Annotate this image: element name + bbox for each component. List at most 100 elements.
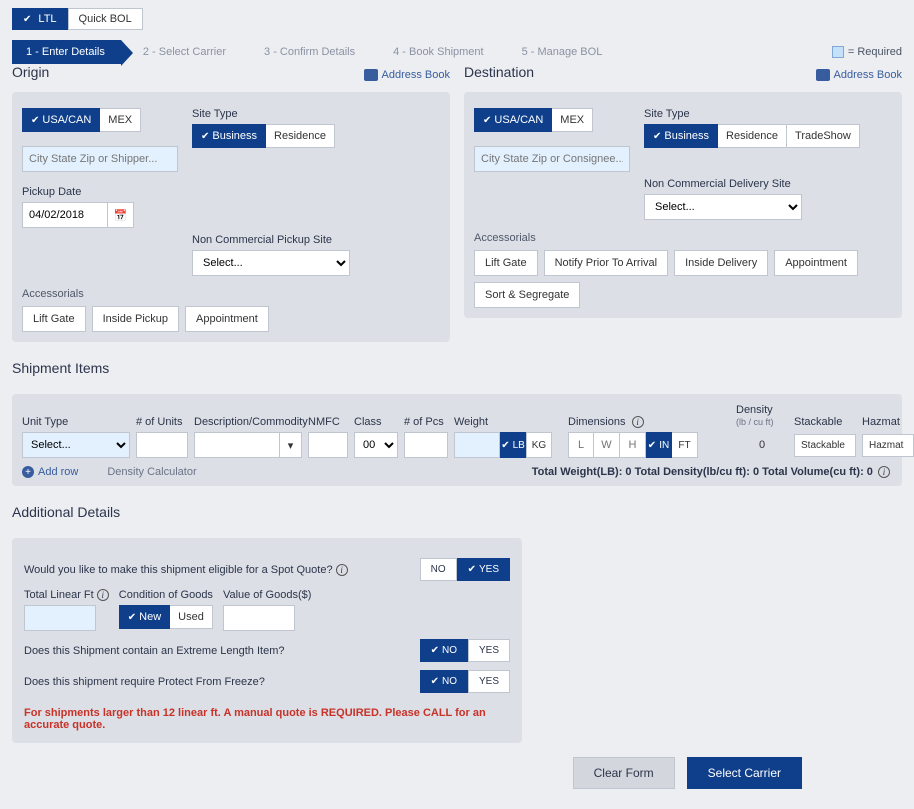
- origin-acc-inside-pickup[interactable]: Inside Pickup: [92, 306, 179, 332]
- info-icon[interactable]: i: [632, 416, 644, 428]
- origin-address-book-link[interactable]: Address Book: [364, 69, 450, 81]
- freeze-protect-yes[interactable]: YES: [468, 670, 510, 693]
- condition-used[interactable]: Used: [170, 605, 213, 629]
- origin-site-residence[interactable]: Residence: [266, 124, 335, 148]
- freeze-protect-question: Does this shipment require Protect From …: [24, 676, 265, 688]
- dest-country-usa[interactable]: USA/CAN: [474, 108, 552, 132]
- wizard-step-5[interactable]: 5 - Manage BOL: [500, 40, 619, 64]
- col-num-units: # of Units: [136, 416, 188, 428]
- calendar-icon[interactable]: 📅: [108, 202, 134, 228]
- spot-quote-yes[interactable]: YES: [457, 558, 510, 581]
- condition-label: Condition of Goods: [119, 589, 213, 601]
- col-dimensions: Dimensions i: [568, 416, 730, 428]
- extreme-length-no[interactable]: NO: [420, 639, 468, 662]
- dim-h-input[interactable]: [620, 432, 646, 458]
- info-icon[interactable]: i: [878, 466, 890, 478]
- dest-noncom-label: Non Commercial Delivery Site: [644, 178, 802, 190]
- wizard-step-4[interactable]: 4 - Book Shipment: [371, 40, 500, 64]
- origin-country-usa[interactable]: USA/CAN: [22, 108, 100, 132]
- pickup-date-input[interactable]: [22, 202, 108, 228]
- col-description: Description/Commodity: [194, 416, 302, 428]
- extreme-length-yes[interactable]: YES: [468, 639, 510, 662]
- dest-site-type-toggle: Business Residence TradeShow: [644, 124, 860, 148]
- dest-acc-inside-delivery[interactable]: Inside Delivery: [674, 250, 768, 276]
- nmfc-input[interactable]: [308, 432, 348, 458]
- dim-w-input[interactable]: [594, 432, 620, 458]
- linear-ft-input[interactable]: [24, 605, 96, 631]
- linear-ft-label: Total Linear Ft i: [24, 589, 109, 601]
- address-book-icon: [816, 69, 830, 81]
- weight-unit-kg[interactable]: KG: [526, 432, 552, 458]
- origin-title: Origin: [12, 64, 49, 80]
- col-pcs: # of Pcs: [404, 416, 448, 428]
- condition-new[interactable]: New: [119, 605, 170, 629]
- add-row-button[interactable]: +Add row: [22, 466, 78, 478]
- stackable-toggle[interactable]: Stackable: [794, 434, 856, 457]
- linear-ft-warning: For shipments larger than 12 linear ft. …: [24, 707, 510, 731]
- spot-quote-question: Would you like to make this shipment eli…: [24, 564, 348, 576]
- wizard-step-3[interactable]: 3 - Confirm Details: [242, 40, 371, 64]
- origin-panel: USA/CAN MEX Site Type Business Residence: [12, 92, 450, 342]
- extreme-length-question: Does this Shipment contain an Extreme Le…: [24, 645, 284, 657]
- col-weight: Weight: [454, 416, 562, 428]
- wizard-step-2[interactable]: 2 - Select Carrier: [121, 40, 242, 64]
- origin-noncom-select[interactable]: Select...: [192, 250, 350, 276]
- dim-l-input[interactable]: [568, 432, 594, 458]
- plus-icon: +: [22, 466, 34, 478]
- dest-site-residence[interactable]: Residence: [718, 124, 787, 148]
- wizard-step-1[interactable]: 1 - Enter Details: [12, 40, 121, 64]
- col-stackable: Stackable: [794, 416, 856, 428]
- density-calculator-link[interactable]: Density Calculator: [92, 466, 196, 478]
- items-panel: Unit Type # of Units Description/Commodi…: [12, 394, 902, 486]
- freeze-protect-no[interactable]: NO: [420, 670, 468, 693]
- dest-noncom-select[interactable]: Select...: [644, 194, 802, 220]
- destination-panel: USA/CAN MEX Site Type Business Residence…: [464, 92, 902, 318]
- dest-country-toggle: USA/CAN MEX: [474, 108, 630, 132]
- dest-acc-notify[interactable]: Notify Prior To Arrival: [544, 250, 669, 276]
- origin-country-mex[interactable]: MEX: [100, 108, 141, 132]
- col-unit-type: Unit Type: [22, 416, 130, 428]
- details-panel: Would you like to make this shipment eli…: [12, 538, 522, 743]
- weight-input[interactable]: [454, 432, 500, 458]
- dest-location-input[interactable]: [474, 146, 630, 172]
- clear-form-button[interactable]: Clear Form: [573, 757, 675, 789]
- origin-acc-liftgate[interactable]: Lift Gate: [22, 306, 86, 332]
- dest-country-mex[interactable]: MEX: [552, 108, 593, 132]
- description-dropdown-icon[interactable]: ▾: [280, 432, 302, 458]
- origin-site-type-label: Site Type: [192, 108, 335, 120]
- num-units-input[interactable]: [136, 432, 188, 458]
- totals-readout: Total Weight(LB): 0 Total Density(lb/cu …: [532, 466, 892, 478]
- origin-country-toggle: USA/CAN MEX: [22, 108, 178, 132]
- spot-quote-no[interactable]: NO: [420, 558, 457, 581]
- unit-type-select[interactable]: Select...: [22, 432, 130, 458]
- description-input[interactable]: [194, 432, 280, 458]
- hazmat-toggle[interactable]: Hazmat: [862, 434, 914, 457]
- info-icon[interactable]: i: [336, 564, 348, 576]
- tab-quick-bol[interactable]: Quick BOL: [68, 8, 143, 30]
- mode-tabs: LTL Quick BOL: [12, 8, 902, 30]
- col-density: Density(lb / cu ft): [736, 404, 788, 428]
- value-input[interactable]: [223, 605, 295, 631]
- dim-unit-ft[interactable]: FT: [672, 432, 698, 458]
- pcs-input[interactable]: [404, 432, 448, 458]
- dest-acc-sort-segregate[interactable]: Sort & Segregate: [474, 282, 580, 308]
- weight-unit-lb[interactable]: LB: [500, 432, 526, 458]
- dest-acc-liftgate[interactable]: Lift Gate: [474, 250, 538, 276]
- class-select[interactable]: 00: [354, 432, 398, 458]
- value-label: Value of Goods($): [223, 589, 311, 601]
- origin-accessorials-label: Accessorials: [22, 288, 440, 300]
- dest-address-book-link[interactable]: Address Book: [816, 69, 902, 81]
- tab-ltl[interactable]: LTL: [12, 8, 68, 30]
- select-carrier-button[interactable]: Select Carrier: [687, 757, 802, 789]
- dest-site-business[interactable]: Business: [644, 124, 718, 148]
- dim-unit-in[interactable]: IN: [646, 432, 672, 458]
- origin-site-business[interactable]: Business: [192, 124, 266, 148]
- dest-acc-appointment[interactable]: Appointment: [774, 250, 858, 276]
- info-icon[interactable]: i: [97, 589, 109, 601]
- density-value: 0: [736, 439, 788, 451]
- dest-accessorials-label: Accessorials: [474, 232, 892, 244]
- origin-noncom-label: Non Commercial Pickup Site: [192, 234, 350, 246]
- dest-site-tradeshow[interactable]: TradeShow: [787, 124, 860, 148]
- origin-location-input[interactable]: [22, 146, 178, 172]
- origin-acc-appointment[interactable]: Appointment: [185, 306, 269, 332]
